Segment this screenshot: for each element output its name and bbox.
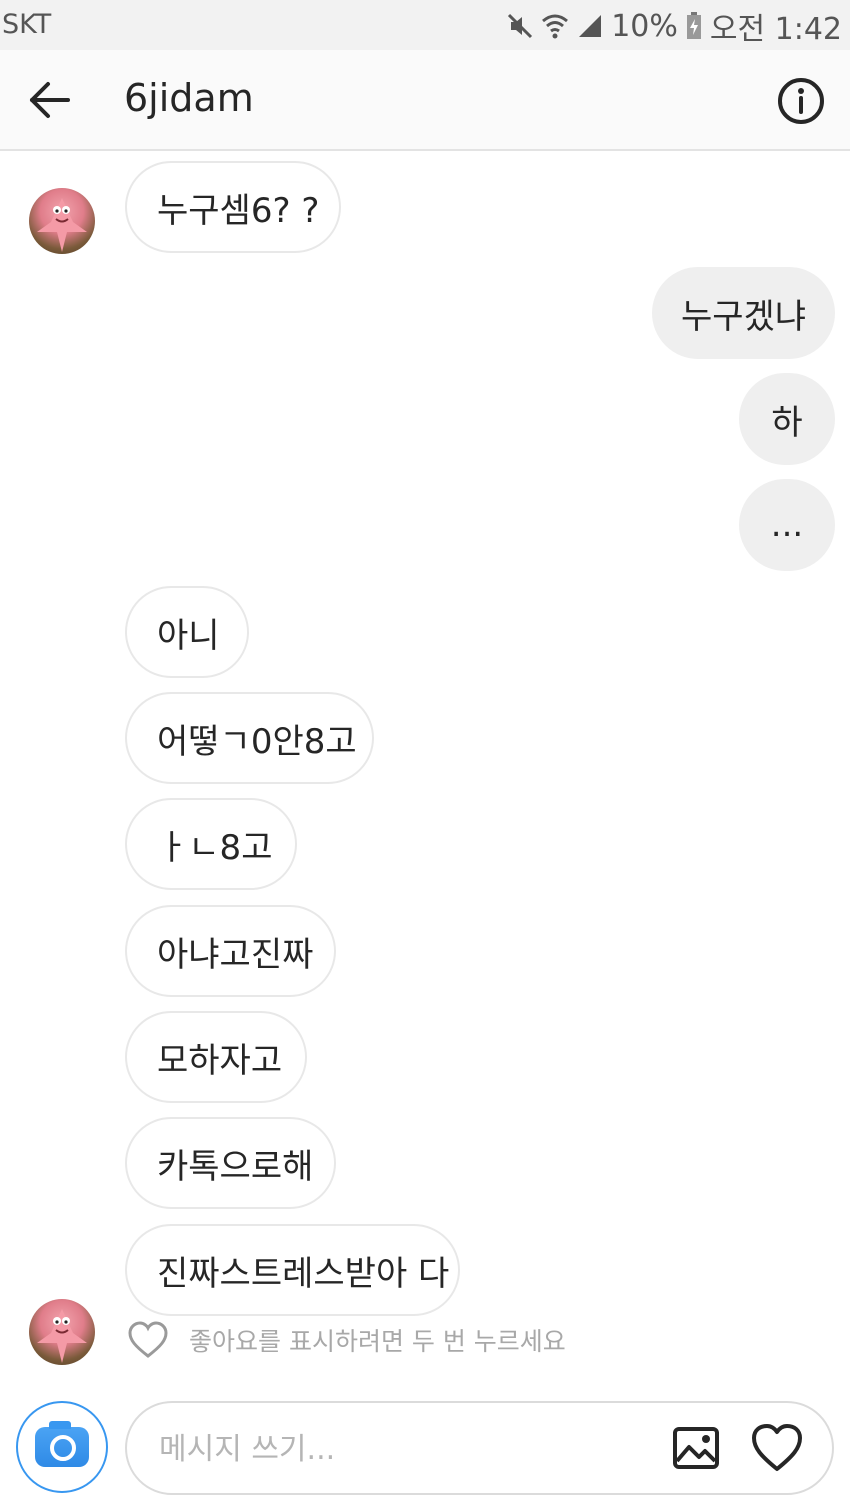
message-text: 아냐고진짜 [157,934,314,975]
gallery-icon[interactable] [671,1423,721,1473]
message-bubble[interactable]: 아니 [125,586,249,678]
camera-icon [35,1421,89,1467]
chat-title[interactable]: 6jidam [124,76,254,120]
message-thread[interactable]: 누구셈6? ? 누구겠냐 하 ... 아니 어떻ㄱ0안8고 ㅏㄴ8고 아냐고진짜… [0,151,850,1391]
back-arrow-icon[interactable] [26,78,74,122]
message-text: ㅏㄴ8고 [157,827,273,868]
message-bubble[interactable]: 어떻ㄱ0안8고 [125,692,374,784]
message-bubble[interactable]: 아냐고진짜 [125,905,336,997]
camera-button[interactable] [16,1401,108,1493]
message-input[interactable] [157,1425,641,1473]
clock: 오전 1:42 [709,12,842,47]
signal-icon [579,15,602,37]
status-icons: 10% 오전 1:42 [507,6,842,47]
heart-icon[interactable] [751,1423,803,1473]
message-text: 아니 [157,615,220,656]
mute-icon [508,13,533,39]
message-bubble[interactable]: ... [739,479,835,571]
battery-icon [686,12,701,39]
message-text: 누구셈6? ? [157,190,320,231]
message-text: 누구겠냐 [680,296,807,337]
message-bubble[interactable]: 누구셈6? ? [125,161,341,253]
carrier-label: SKT [2,9,52,40]
message-input-wrapper [125,1401,834,1495]
message-text: 카톡으로해 [157,1146,314,1187]
avatar[interactable] [29,1299,95,1365]
heart-outline-icon [128,1321,168,1358]
composer-bar [0,1391,850,1512]
message-text: ... [770,505,804,545]
message-text: 어떻ㄱ0안8고 [157,721,357,762]
app-header: 6jidam [0,50,850,151]
message-bubble[interactable]: 카톡으로해 [125,1117,336,1209]
message-bubble[interactable]: 하 [739,373,835,465]
battery-percent: 10% [611,8,678,44]
avatar[interactable] [29,188,95,254]
wifi-icon [542,14,569,39]
message-text: 하 [771,402,803,443]
message-text: 진짜스트레스받아 다 [157,1253,450,1294]
message-bubble[interactable]: ㅏㄴ8고 [125,798,297,890]
message-bubble[interactable]: 누구겠냐 [652,267,835,359]
status-bar: SKT 10% 오전 1:42 [0,0,850,50]
info-icon[interactable] [776,76,826,126]
like-hint-text: 좋아요를 표시하려면 두 번 누르세요 [189,1327,566,1356]
message-bubble[interactable]: 진짜스트레스받아 다 [125,1224,460,1316]
message-text: 모하자고 [157,1040,283,1081]
like-hint[interactable]: 좋아요를 표시하려면 두 번 누르세요 [127,1321,566,1359]
message-bubble[interactable]: 모하자고 [125,1011,307,1103]
